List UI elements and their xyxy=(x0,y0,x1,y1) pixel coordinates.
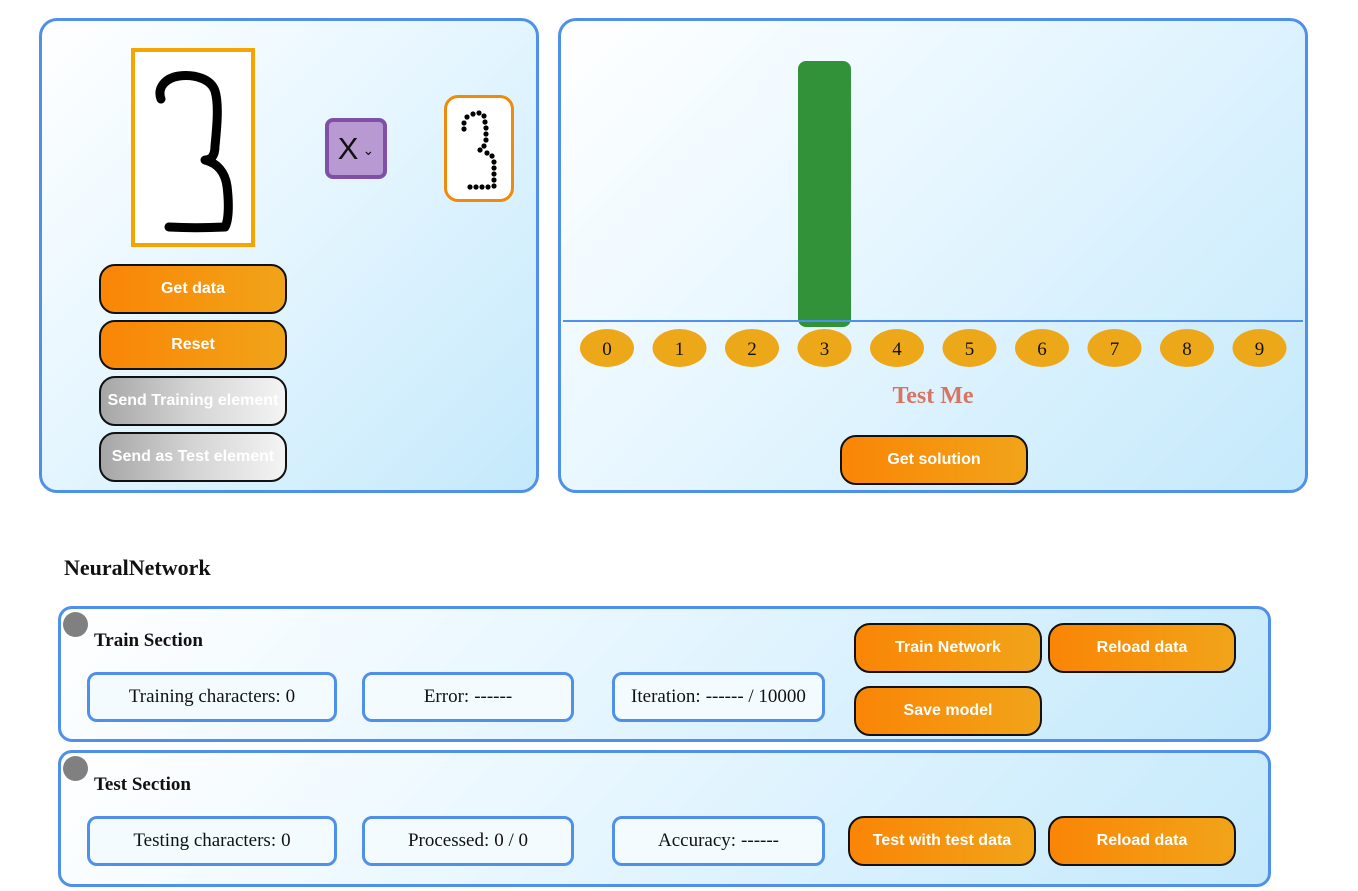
accuracy-box: Accuracy: ------ xyxy=(612,816,825,866)
neural-network-title: NeuralNetwork xyxy=(64,555,211,580)
test-me-title: Test Me xyxy=(892,383,974,409)
digit-label-4: 4 xyxy=(892,339,902,360)
train-section: Train Section Training characters: 0 Err… xyxy=(58,606,1271,742)
digit-label-5: 5 xyxy=(965,339,975,360)
processed-value: 0 / 0 xyxy=(494,830,529,851)
error-label: Error: xyxy=(423,686,470,707)
digit-label-0: 0 xyxy=(602,339,612,360)
test-reload-data-button[interactable]: Reload data xyxy=(1048,816,1236,866)
handwritten-digit-drawing xyxy=(155,71,233,233)
test-section-title: Test Section xyxy=(94,774,191,795)
error-box: Error: ------ xyxy=(362,672,574,722)
train-status-indicator xyxy=(63,612,88,637)
training-characters-label: Training characters: xyxy=(128,686,281,707)
digit-label-8: 8 xyxy=(1182,339,1192,360)
accuracy-value: ------ xyxy=(741,830,780,851)
digit-label-9: 9 xyxy=(1255,339,1265,360)
prediction-panel: 0 1 2 3 4 5 6 7 8 9 Test Me Get solution xyxy=(558,18,1308,493)
save-model-button[interactable]: Save model xyxy=(854,686,1042,736)
testing-characters-value: 0 xyxy=(281,830,291,851)
testing-characters-box: Testing characters: 0 xyxy=(87,816,337,866)
test-with-test-data-button[interactable]: Test with test data xyxy=(848,816,1036,866)
get-solution-button[interactable]: Get solution xyxy=(840,435,1028,485)
clear-select[interactable]: X ⌄ xyxy=(325,118,387,179)
train-network-button[interactable]: Train Network xyxy=(854,623,1042,673)
training-characters-value: 0 xyxy=(285,686,296,707)
digit-label-1: 1 xyxy=(675,339,685,360)
digit-label-3: 3 xyxy=(820,339,830,360)
iteration-value: ------ / 10000 xyxy=(705,686,806,707)
error-value: ------ xyxy=(474,686,513,707)
clear-select-value: X xyxy=(337,130,359,166)
train-reload-data-button[interactable]: Reload data xyxy=(1048,623,1236,673)
iteration-box: Iteration: ------ / 10000 xyxy=(612,672,825,722)
reset-button[interactable]: Reset xyxy=(99,320,287,370)
testing-characters-label: Testing characters: xyxy=(133,830,277,851)
send-training-element-button[interactable]: Send Training element xyxy=(99,376,287,426)
accuracy-label: Accuracy: xyxy=(657,830,737,851)
training-characters-box: Training characters: 0 xyxy=(87,672,337,722)
train-section-title: Train Section xyxy=(94,630,203,651)
pixelated-digit-preview xyxy=(461,110,497,190)
test-section: Test Section Testing characters: 0 Proce… xyxy=(58,750,1271,887)
digit-label-6: 6 xyxy=(1037,339,1047,360)
prediction-bar-base-3 xyxy=(798,311,851,321)
prediction-bar-3 xyxy=(798,61,851,327)
test-status-indicator xyxy=(63,756,88,781)
processed-label: Processed: xyxy=(407,830,490,851)
prediction-chart: 0 1 2 3 4 5 6 7 8 9 xyxy=(563,61,1303,367)
get-data-button[interactable]: Get data xyxy=(99,264,287,314)
digit-label-2: 2 xyxy=(747,339,757,360)
digit-preview xyxy=(444,95,514,202)
send-test-element-button[interactable]: Send as Test element xyxy=(99,432,287,482)
drawing-panel: X ⌄ Get data Reset Send Training element… xyxy=(39,18,539,493)
iteration-label: Iteration: xyxy=(631,686,701,707)
chevron-down-icon: ⌄ xyxy=(362,142,375,158)
processed-box: Processed: 0 / 0 xyxy=(362,816,574,866)
digit-label-7: 7 xyxy=(1110,339,1120,360)
drawing-canvas[interactable] xyxy=(131,48,255,247)
